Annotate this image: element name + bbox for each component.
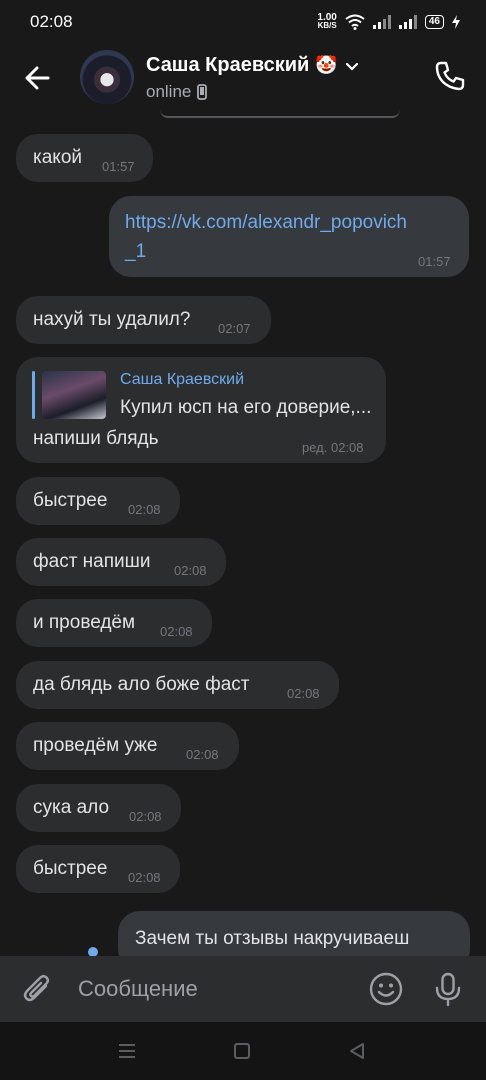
message-text: и проведём xyxy=(33,612,136,633)
contact-emoji: 🤡 xyxy=(315,55,338,75)
message-bubble-in[interactable]: сука ало 02:08 xyxy=(16,784,181,832)
microphone-icon[interactable] xyxy=(432,971,464,1007)
message-time: 02:08 xyxy=(128,502,161,517)
message-bubble-in[interactable]: да блядь ало боже фаст 02:08 xyxy=(16,661,339,709)
mobile-icon xyxy=(197,84,208,100)
smile-icon[interactable] xyxy=(368,971,404,1007)
message-bubble-in[interactable]: нахуй ты удалил? 02:07 xyxy=(16,296,271,344)
message-bubble-in[interactable]: быстрее 02:08 xyxy=(16,845,180,893)
message-input[interactable]: Сообщение xyxy=(78,976,198,1002)
message-time: 02:08 xyxy=(174,563,207,578)
status-bar: 02:08 1.00 KB/S 46 xyxy=(0,0,486,44)
message-bubble-in[interactable]: быстрее 02:08 xyxy=(16,477,180,525)
status-text: online xyxy=(146,82,192,101)
message-time: 02:08 xyxy=(129,809,162,824)
message-text: нахуй ты удалил? xyxy=(33,309,191,330)
message-text: быстрее xyxy=(33,858,108,879)
status-time: 02:08 xyxy=(30,12,73,31)
net-speed-unit: KB/S xyxy=(317,21,337,30)
message-bubble-reply[interactable]: Саша Краевский Купил юсп на его доверие,… xyxy=(16,357,386,463)
home-icon[interactable] xyxy=(234,1043,250,1059)
message-time: 02:08 xyxy=(186,747,219,762)
chevron-down-icon[interactable] xyxy=(344,58,360,74)
message-text: какой xyxy=(33,147,83,168)
message-link-continuation[interactable]: _1 xyxy=(125,241,146,263)
message-time: 02:08 xyxy=(287,686,320,701)
avatar[interactable] xyxy=(80,50,134,104)
message-bubble-in[interactable]: проведём уже 02:08 xyxy=(16,722,239,770)
message-bubble-in[interactable]: какой 01:57 xyxy=(16,134,153,182)
charging-icon xyxy=(452,15,460,29)
message-time: 02:08 xyxy=(160,624,193,639)
status-icons: 1.00 KB/S 46 xyxy=(317,13,460,30)
pinned-message-strip xyxy=(160,110,400,118)
message-text: сука ало xyxy=(33,797,110,818)
message-time-edited: ред. 02:08 xyxy=(302,440,364,455)
signal-icon-2 xyxy=(398,15,417,29)
message-time: 02:07 xyxy=(218,321,251,336)
recent-apps-icon[interactable] xyxy=(118,1044,136,1058)
battery-indicator: 46 xyxy=(424,15,444,29)
reply-author: Саша Краевский xyxy=(120,371,245,388)
reply-text: Купил юсп на его доверие,... xyxy=(120,397,372,418)
message-text: фаст напиши xyxy=(33,551,151,572)
message-text: быстрее xyxy=(33,490,108,511)
message-time: 02:08 xyxy=(128,870,161,885)
phone-icon[interactable] xyxy=(432,58,468,94)
paperclip-icon[interactable] xyxy=(20,971,56,1007)
system-nav-bar xyxy=(0,1022,486,1080)
message-bubble-in[interactable]: фаст напиши 02:08 xyxy=(16,538,226,586)
message-text: напиши блядь xyxy=(33,428,159,449)
signal-icon xyxy=(372,15,391,29)
contact-title[interactable]: Саша Краевский 🤡 xyxy=(146,54,360,77)
contact-status: online xyxy=(146,82,208,102)
chat-header: Саша Краевский 🤡 online xyxy=(0,44,486,114)
message-text: проведём уже xyxy=(33,735,158,756)
reply-accent-bar xyxy=(32,371,35,419)
reply-thumbnail xyxy=(42,371,106,419)
contact-name: Саша Краевский xyxy=(146,54,310,76)
message-text: да блядь ало боже фаст xyxy=(33,674,250,695)
message-composer: Сообщение xyxy=(0,956,486,1022)
wifi-icon xyxy=(345,14,365,30)
net-speed: 1.00 KB/S xyxy=(317,13,337,30)
message-time: 01:57 xyxy=(102,159,135,174)
message-time: 01:57 xyxy=(418,254,451,269)
nav-back-icon[interactable] xyxy=(348,1042,366,1060)
message-text: Зачем ты отзывы накручиваеш xyxy=(135,928,410,949)
message-bubble-out[interactable]: https://vk.com/alexandr_popovich _1 01:5… xyxy=(109,196,469,277)
message-link[interactable]: https://vk.com/alexandr_popovich xyxy=(125,212,407,234)
arrow-left-icon[interactable] xyxy=(20,60,56,96)
message-bubble-in[interactable]: и проведём 02:08 xyxy=(16,599,212,647)
